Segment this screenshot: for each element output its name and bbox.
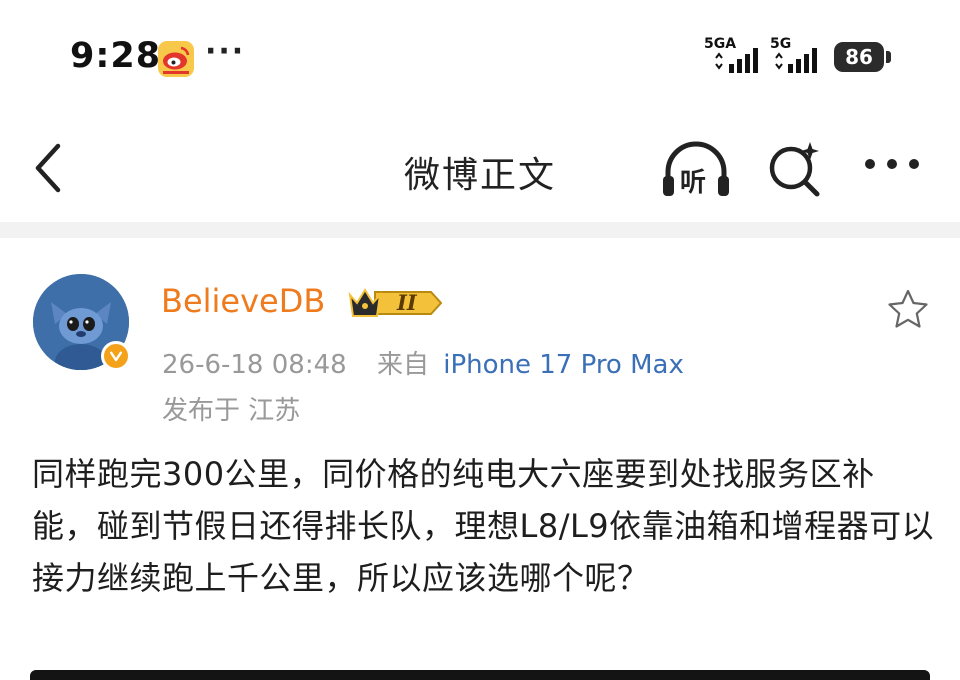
battery-icon: 86	[834, 42, 884, 72]
status-bar: 9:28 ··· 5GA 5G 86	[0, 0, 960, 110]
signal-bars-icon	[775, 48, 817, 73]
post-meta: 26-6-18 08:48 来自 iPhone 17 Pro Max	[162, 344, 684, 381]
post-source-prefix: 来自	[376, 350, 429, 380]
section-divider	[0, 222, 960, 238]
post-device[interactable]: iPhone 17 Pro Max	[443, 350, 684, 380]
post-username[interactable]: BelieveDB	[161, 282, 325, 320]
member-level: II	[397, 290, 417, 315]
weibo-app-icon	[158, 41, 194, 77]
listen-label: 听	[680, 168, 707, 198]
post-body: 同样跑完300公里，同价格的纯电大六座要到处找服务区补能，碰到节假日还得排长队，…	[32, 455, 935, 597]
signal-bars-icon	[715, 48, 758, 73]
post-date: 26-6-18 08:48	[162, 350, 347, 380]
status-time: 9:28	[70, 36, 162, 76]
verified-badge-icon	[101, 341, 131, 371]
signal-5ga: 5GA	[704, 36, 764, 76]
nav-bar: 微博正文 听	[0, 110, 960, 222]
star-icon[interactable]	[886, 288, 930, 330]
search-icon[interactable]	[765, 138, 825, 198]
post-card: BelieveDB II 26-6-18 08:48 来自 iPhone 17 …	[0, 238, 960, 680]
member-crown-icon	[348, 288, 443, 317]
battery-tip	[886, 51, 891, 63]
more-icon[interactable]	[862, 154, 922, 174]
member-badge[interactable]: II	[347, 286, 443, 320]
media-preview[interactable]	[30, 670, 930, 680]
post-location: 发布于 江苏	[162, 396, 301, 426]
listen-button[interactable]: 听	[660, 138, 732, 200]
signal-5g: 5G	[770, 36, 826, 76]
status-more-dots: ···	[205, 34, 246, 69]
